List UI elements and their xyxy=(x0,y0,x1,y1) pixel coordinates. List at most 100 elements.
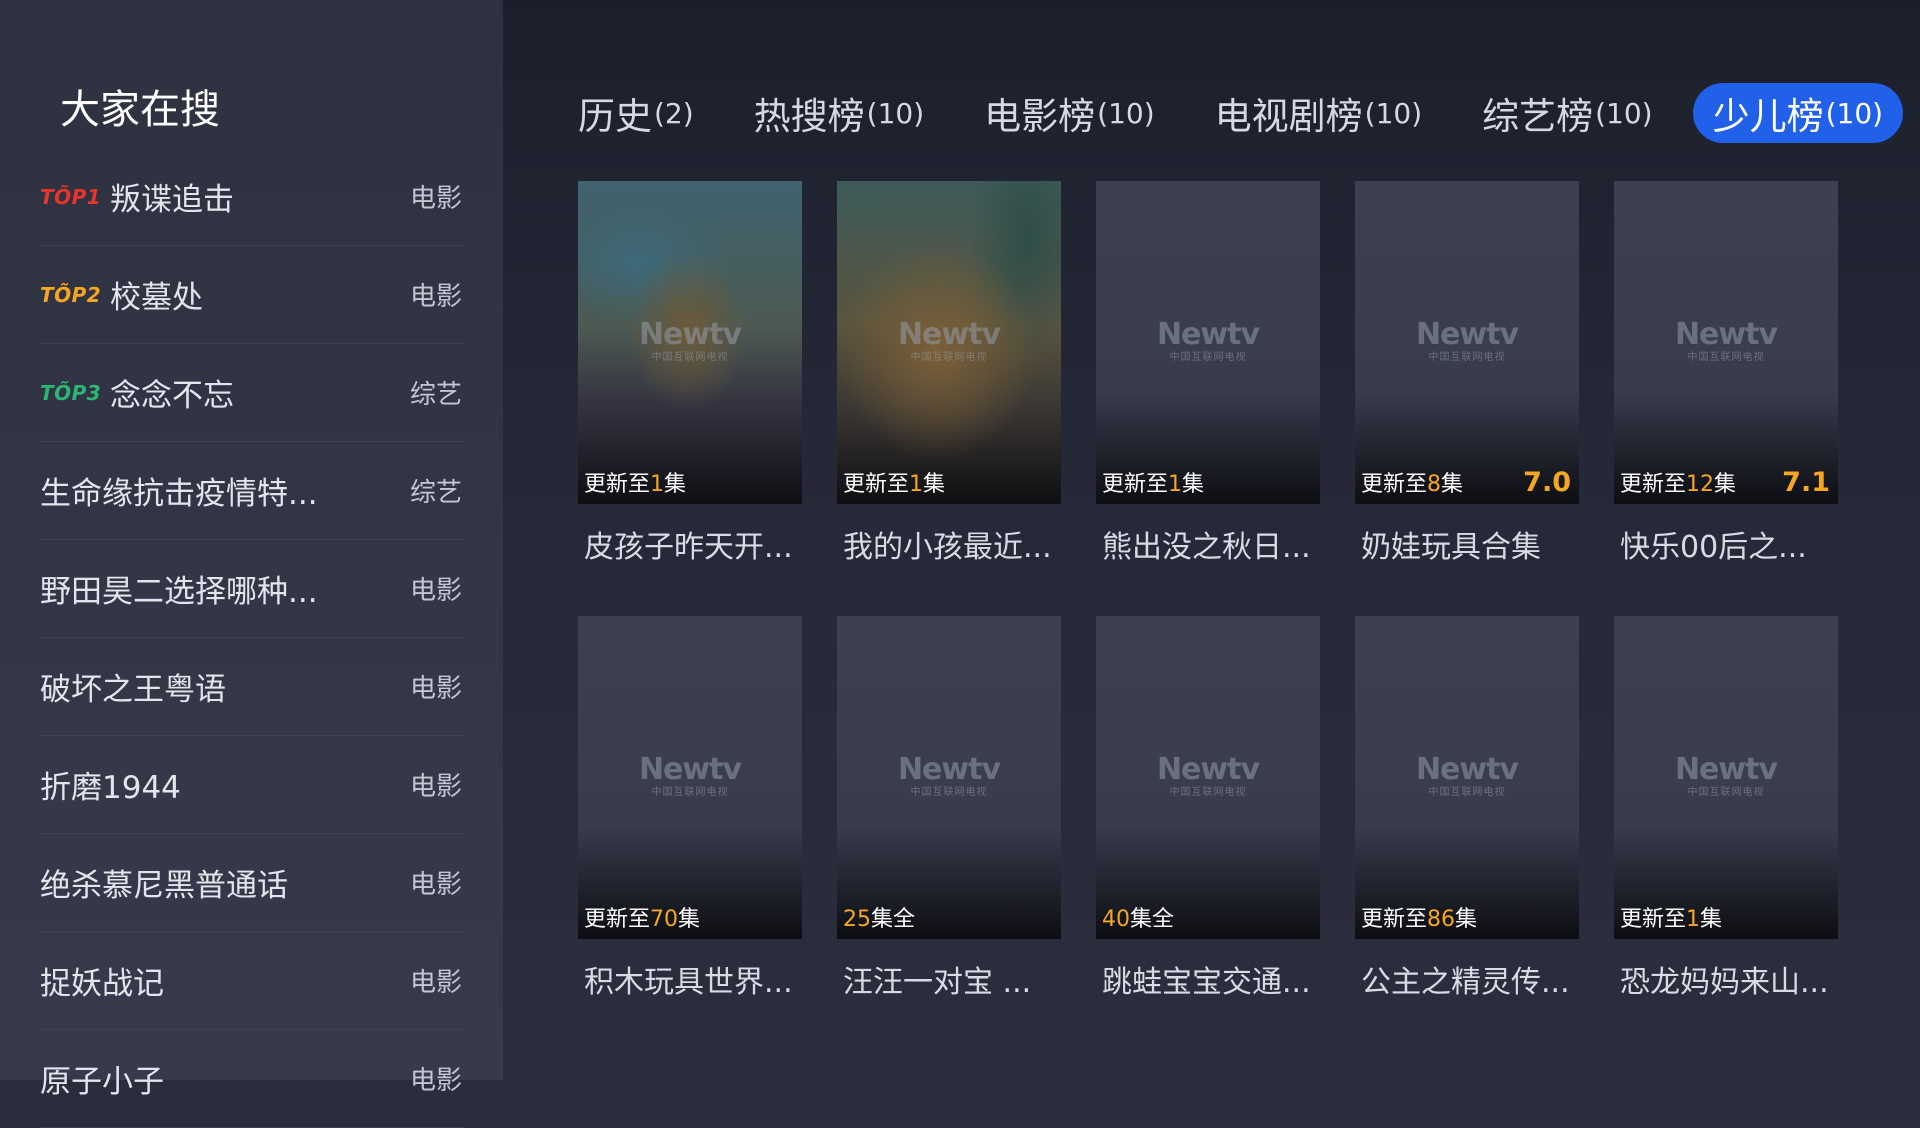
hot-search-item[interactable]: TÕP2 校墓处 电影 xyxy=(40,246,464,344)
hot-search-type: 电影 xyxy=(409,968,462,998)
tab-label: 热搜榜 xyxy=(753,95,865,138)
poster-info-bar: 更新至12集 7.1 xyxy=(1620,466,1830,498)
newtv-logo-icon: Newtv 中国互联网电视 xyxy=(1156,317,1260,364)
hot-search-item[interactable]: 绝杀慕尼黑普通话 电影 xyxy=(40,834,464,932)
content-card[interactable]: Newtv 中国互联网电视更新至1集恐龙妈妈来山... xyxy=(1614,616,1838,1001)
hot-search-name: 生命缘抗击疫情特... xyxy=(40,476,318,512)
rank-badge-top2: TÕP2 xyxy=(40,282,102,307)
hot-search-name: 野田昊二选择哪种... xyxy=(40,574,318,610)
hot-search-item[interactable]: 破坏之王粤语 电影 xyxy=(40,638,464,736)
card-title: 跳蛙宝宝交通... xyxy=(1102,965,1311,1000)
hot-search-type: 电影 xyxy=(409,184,462,214)
hot-search-name: 破坏之王粤语 xyxy=(40,672,226,708)
poster-image: Newtv 中国互联网电视更新至1集 xyxy=(1614,616,1838,939)
ranking-main-panel: 历史 (2) 热搜榜 (10) 电影榜 (10) 电视剧榜 (10) 综艺榜 (10) 少… xyxy=(503,0,1920,1080)
tab-label: 历史 xyxy=(578,95,652,138)
tab-label: 电视剧榜 xyxy=(1214,95,1363,138)
newtv-logo-icon: Newtv 中国互联网电视 xyxy=(1156,752,1260,799)
card-title: 公主之精灵传... xyxy=(1361,965,1570,1000)
tab-count: (10) xyxy=(1595,96,1653,130)
poster-info-bar: 更新至70集 xyxy=(584,901,794,933)
newtv-logo-icon: Newtv 中国互联网电视 xyxy=(638,752,742,799)
episode-status: 更新至1集 xyxy=(584,472,687,497)
episode-status: 更新至1集 xyxy=(1620,907,1723,932)
card-title: 奶娃玩具合集 xyxy=(1361,530,1541,565)
poster-image: Newtv 中国互联网电视更新至1集 xyxy=(1096,181,1320,504)
tab-hot-search[interactable]: 热搜榜 (10) xyxy=(734,83,944,143)
poster-info-bar: 25集全 xyxy=(843,901,1053,933)
content-card[interactable]: Newtv 中国互联网电视更新至86集公主之精灵传... xyxy=(1355,616,1579,1001)
tab-movies[interactable]: 电影榜 (10) xyxy=(964,83,1174,143)
poster-image: Newtv 中国互联网电视 40集全 xyxy=(1096,616,1320,939)
hot-search-name: 念念不忘 xyxy=(110,378,234,414)
hot-search-list: TÕP1 叛谍追击 电影 TÕP2 校墓处 电影 TÕP3 念念不忘 综艺 生命… xyxy=(40,148,464,1128)
card-title: 皮孩子昨天开... xyxy=(584,530,793,565)
newtv-logo-icon: Newtv 中国互联网电视 xyxy=(897,317,1001,364)
tab-tv-series[interactable]: 电视剧榜 (10) xyxy=(1195,83,1442,143)
episode-status: 40集全 xyxy=(1102,907,1175,932)
hot-search-item[interactable]: 捉妖战记 电影 xyxy=(40,932,464,1030)
poster-image: Newtv 中国互联网电视更新至1集 xyxy=(837,181,1061,504)
card-title: 积木玩具世界... xyxy=(584,965,793,1000)
content-card[interactable]: Newtv 中国互联网电视 25集全汪汪一对宝 ... xyxy=(837,616,1061,1001)
rank-badge-top3: TÕP3 xyxy=(40,380,102,405)
content-card[interactable]: Newtv 中国互联网电视 更新至1集 熊出没之秋日... xyxy=(1096,181,1320,566)
hot-search-item[interactable]: TÕP1 叛谍追击 电影 xyxy=(40,148,464,246)
tab-history[interactable]: 历史 (2) xyxy=(558,83,714,143)
hot-search-item[interactable]: 野田昊二选择哪种... 电影 xyxy=(40,540,464,638)
poster-info-bar: 更新至1集 xyxy=(843,466,1053,498)
hot-search-name: 折磨1944 xyxy=(40,770,181,806)
poster-image: Newtv 中国互联网电视 25集全 xyxy=(837,616,1061,939)
tab-label: 电影榜 xyxy=(984,95,1096,138)
poster-info-bar: 更新至1集 xyxy=(1102,466,1312,498)
card-title: 恐龙妈妈来山... xyxy=(1620,965,1829,1000)
poster-info-bar: 更新至86集 xyxy=(1361,901,1571,933)
poster-image: Newtv 中国互联网电视更新至70集 xyxy=(578,616,802,939)
poster-image: Newtv 中国互联网电视 更新至12集 7.1 xyxy=(1614,181,1838,504)
episode-status: 25集全 xyxy=(843,907,916,932)
newtv-logo-icon: Newtv 中国互联网电视 xyxy=(1415,317,1519,364)
hot-search-item[interactable]: 折磨1944 电影 xyxy=(40,736,464,834)
hot-search-name: 叛谍追击 xyxy=(110,182,234,218)
episode-status: 更新至70集 xyxy=(584,907,701,932)
hot-search-name: 原子小子 xyxy=(40,1064,164,1100)
card-title: 我的小孩最近... xyxy=(843,530,1052,565)
episode-status: 更新至1集 xyxy=(1102,472,1205,497)
hot-search-type: 电影 xyxy=(409,1066,462,1096)
card-title: 汪汪一对宝 ... xyxy=(843,965,1032,1000)
content-card[interactable]: Newtv 中国互联网电视更新至70集积木玩具世界... xyxy=(578,616,802,1001)
newtv-logo-icon: Newtv 中国互联网电视 xyxy=(638,317,742,364)
episode-status: 更新至86集 xyxy=(1361,907,1478,932)
tab-count: (10) xyxy=(866,96,925,130)
newtv-logo-icon: Newtv 中国互联网电视 xyxy=(1415,752,1519,799)
tab-kids[interactable]: 少儿榜 (10) xyxy=(1692,83,1904,143)
hot-search-item[interactable]: TÕP3 念念不忘 综艺 xyxy=(40,344,464,442)
episode-status: 更新至12集 xyxy=(1620,472,1737,497)
hot-search-type: 电影 xyxy=(409,772,462,802)
content-card[interactable]: Newtv 中国互联网电视更新至1集我的小孩最近... xyxy=(837,181,1061,566)
poster-info-bar: 40集全 xyxy=(1102,901,1312,933)
poster-info-bar: 更新至1集 xyxy=(584,466,794,498)
content-card[interactable]: Newtv 中国互联网电视 更新至12集 7.1 快乐00后之... xyxy=(1614,181,1838,566)
content-card[interactable]: Newtv 中国互联网电视更新至1集皮孩子昨天开... xyxy=(578,181,802,566)
tab-variety[interactable]: 综艺榜 (10) xyxy=(1462,83,1672,143)
rating-score: 7.1 xyxy=(1782,466,1830,498)
ranking-tabs: 历史 (2) 热搜榜 (10) 电影榜 (10) 电视剧榜 (10) 综艺榜 (10) 少… xyxy=(558,83,1920,143)
tab-count: (10) xyxy=(1825,96,1884,130)
hot-search-item[interactable]: 生命缘抗击疫情特... 综艺 xyxy=(40,442,464,540)
hot-search-name: 绝杀慕尼黑普通话 xyxy=(40,868,288,904)
rank-badge-top1: TÕP1 xyxy=(40,184,102,209)
tab-label: 综艺榜 xyxy=(1482,95,1594,138)
hot-search-name: 校墓处 xyxy=(110,280,203,316)
tab-count: (10) xyxy=(1364,96,1423,130)
hot-search-type: 电影 xyxy=(409,870,462,900)
hot-search-type: 综艺 xyxy=(409,380,462,410)
content-card[interactable]: Newtv 中国互联网电视 更新至8集 7.0 奶娃玩具合集 xyxy=(1355,181,1579,566)
hot-search-type: 电影 xyxy=(409,576,462,606)
newtv-logo-icon: Newtv 中国互联网电视 xyxy=(1674,752,1778,799)
hot-search-name: 捉妖战记 xyxy=(40,966,164,1002)
poster-image: Newtv 中国互联网电视 更新至8集 7.0 xyxy=(1355,181,1579,504)
hot-search-item[interactable]: 原子小子 电影 xyxy=(40,1030,464,1128)
content-card[interactable]: Newtv 中国互联网电视 40集全跳蛙宝宝交通... xyxy=(1096,616,1320,1001)
poster-image: Newtv 中国互联网电视更新至1集 xyxy=(578,181,802,504)
